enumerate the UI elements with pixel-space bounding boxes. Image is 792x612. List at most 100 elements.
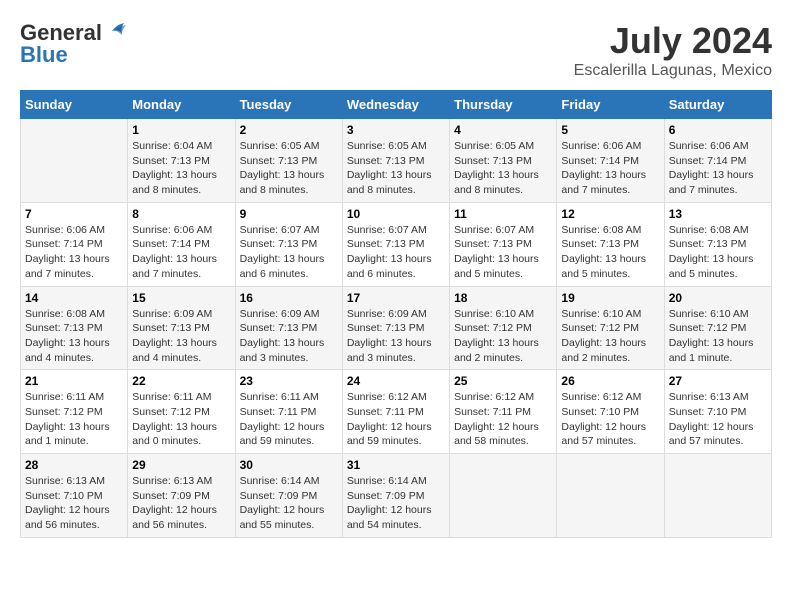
day-number: 10 <box>347 207 445 221</box>
day-number: 27 <box>669 374 767 388</box>
calendar-cell: 7Sunrise: 6:06 AMSunset: 7:14 PMDaylight… <box>21 202 128 286</box>
day-number: 9 <box>240 207 338 221</box>
calendar-cell: 29 Sunrise: 6:13 AMSunset: 7:09 PMDayligh… <box>128 454 235 538</box>
header-day-friday: Friday <box>557 91 664 119</box>
day-number: 28 <box>25 458 123 472</box>
calendar-cell: 26 Sunrise: 6:12 AMSunset: 7:10 PMDayligh… <box>557 370 664 454</box>
subtitle: Escalerilla Lagunas, Mexico <box>574 62 772 80</box>
week-row-3: 14 Sunrise: 6:08 AMSunset: 7:13 PMDayligh… <box>21 286 772 370</box>
day-number: 5 <box>561 123 659 137</box>
day-number: 30 <box>240 458 338 472</box>
day-number: 17 <box>347 291 445 305</box>
day-info: Sunrise: 6:07 AMSunset: 7:13 PMDaylight:… <box>347 223 445 282</box>
day-info: Sunrise: 6:10 AMSunset: 7:12 PMDaylight:… <box>561 307 659 366</box>
calendar-cell: 4Sunrise: 6:05 AMSunset: 7:13 PMDaylight… <box>450 119 557 203</box>
day-number: 23 <box>240 374 338 388</box>
day-info: Sunrise: 6:08 AMSunset: 7:13 PMDaylight:… <box>25 307 123 366</box>
day-number: 25 <box>454 374 552 388</box>
header-day-saturday: Saturday <box>664 91 771 119</box>
day-number: 24 <box>347 374 445 388</box>
day-info: Sunrise: 6:10 AMSunset: 7:12 PMDaylight:… <box>454 307 552 366</box>
header-day-monday: Monday <box>128 91 235 119</box>
day-info: Sunrise: 6:13 AMSunset: 7:10 PMDaylight:… <box>669 390 767 449</box>
week-row-5: 28 Sunrise: 6:13 AMSunset: 7:10 PMDayligh… <box>21 454 772 538</box>
day-info: Sunrise: 6:06 AMSunset: 7:14 PMDaylight:… <box>561 139 659 198</box>
calendar-cell: 1Sunrise: 6:04 AMSunset: 7:13 PMDaylight… <box>128 119 235 203</box>
day-info: Sunrise: 6:13 AMSunset: 7:10 PMDaylight:… <box>25 474 123 533</box>
day-number: 22 <box>132 374 230 388</box>
calendar-cell <box>450 454 557 538</box>
page-header: General Blue July 2024 Escalerilla Lagun… <box>20 20 772 80</box>
calendar-cell: 10 Sunrise: 6:07 AMSunset: 7:13 PMDayligh… <box>342 202 449 286</box>
week-row-1: 1Sunrise: 6:04 AMSunset: 7:13 PMDaylight… <box>21 119 772 203</box>
week-row-2: 7 Sunrise: 6:06 AMSunset: 7:14 PMDaylight… <box>21 202 772 286</box>
day-number: 3 <box>347 123 445 137</box>
day-info: Sunrise: 6:06 AMSunset: 7:14 PMDaylight:… <box>669 139 767 198</box>
calendar-cell: 25 Sunrise: 6:12 AMSunset: 7:11 PMDayligh… <box>450 370 557 454</box>
calendar-cell: 20 Sunrise: 6:10 AMSunset: 7:12 PMDayligh… <box>664 286 771 370</box>
calendar-cell: 5 Sunrise: 6:06 AMSunset: 7:14 PMDaylight… <box>557 119 664 203</box>
day-number: 12 <box>561 207 659 221</box>
day-info: Sunrise: 6:13 AMSunset: 7:09 PMDaylight:… <box>132 474 230 533</box>
calendar-cell: 13Sunrise: 6:08 AMSunset: 7:13 PMDayligh… <box>664 202 771 286</box>
day-info: Sunrise: 6:09 AMSunset: 7:13 PMDaylight:… <box>347 307 445 366</box>
day-info: Sunrise: 6:12 AMSunset: 7:10 PMDaylight:… <box>561 390 659 449</box>
day-info: Sunrise: 6:12 AMSunset: 7:11 PMDaylight:… <box>454 390 552 449</box>
calendar-cell: 12 Sunrise: 6:08 AMSunset: 7:13 PMDayligh… <box>557 202 664 286</box>
header-day-thursday: Thursday <box>450 91 557 119</box>
calendar-cell: 19 Sunrise: 6:10 AMSunset: 7:12 PMDayligh… <box>557 286 664 370</box>
calendar-cell: 18 Sunrise: 6:10 AMSunset: 7:12 PMDayligh… <box>450 286 557 370</box>
calendar-cell: 17 Sunrise: 6:09 AMSunset: 7:13 PMDayligh… <box>342 286 449 370</box>
day-number: 29 <box>132 458 230 472</box>
day-info: Sunrise: 6:08 AMSunset: 7:13 PMDaylight:… <box>669 223 767 282</box>
day-number: 16 <box>240 291 338 305</box>
calendar-cell: 16 Sunrise: 6:09 AMSunset: 7:13 PMDayligh… <box>235 286 342 370</box>
day-number: 6 <box>669 123 767 137</box>
calendar-cell: 21Sunrise: 6:11 AMSunset: 7:12 PMDayligh… <box>21 370 128 454</box>
day-number: 20 <box>669 291 767 305</box>
day-number: 18 <box>454 291 552 305</box>
day-info: Sunrise: 6:07 AMSunset: 7:13 PMDaylight:… <box>240 223 338 282</box>
calendar-cell: 27 Sunrise: 6:13 AMSunset: 7:10 PMDayligh… <box>664 370 771 454</box>
logo-text-blue: Blue <box>20 42 68 68</box>
day-number: 26 <box>561 374 659 388</box>
day-number: 14 <box>25 291 123 305</box>
calendar-cell: 22 Sunrise: 6:11 AMSunset: 7:12 PMDayligh… <box>128 370 235 454</box>
day-number: 7 <box>25 207 123 221</box>
day-info: Sunrise: 6:05 AMSunset: 7:13 PMDaylight:… <box>347 139 445 198</box>
header-day-wednesday: Wednesday <box>342 91 449 119</box>
day-info: Sunrise: 6:06 AMSunset: 7:14 PMDaylight:… <box>132 223 230 282</box>
day-info: Sunrise: 6:09 AMSunset: 7:13 PMDaylight:… <box>240 307 338 366</box>
calendar-cell: 15Sunrise: 6:09 AMSunset: 7:13 PMDayligh… <box>128 286 235 370</box>
day-info: Sunrise: 6:05 AMSunset: 7:13 PMDaylight:… <box>454 139 552 198</box>
day-info: Sunrise: 6:11 AMSunset: 7:11 PMDaylight:… <box>240 390 338 449</box>
header-day-sunday: Sunday <box>21 91 128 119</box>
calendar-cell: 28 Sunrise: 6:13 AMSunset: 7:10 PMDayligh… <box>21 454 128 538</box>
header-day-tuesday: Tuesday <box>235 91 342 119</box>
calendar-cell: 8 Sunrise: 6:06 AMSunset: 7:14 PMDaylight… <box>128 202 235 286</box>
day-number: 19 <box>561 291 659 305</box>
day-info: Sunrise: 6:05 AMSunset: 7:13 PMDaylight:… <box>240 139 338 198</box>
calendar-cell <box>664 454 771 538</box>
logo: General Blue <box>20 20 126 68</box>
header-row: SundayMondayTuesdayWednesdayThursdayFrid… <box>21 91 772 119</box>
day-info: Sunrise: 6:11 AMSunset: 7:12 PMDaylight:… <box>132 390 230 449</box>
logo-bird-icon <box>104 23 126 39</box>
day-info: Sunrise: 6:11 AMSunset: 7:12 PMDaylight:… <box>25 390 123 449</box>
calendar-cell: 30Sunrise: 6:14 AMSunset: 7:09 PMDayligh… <box>235 454 342 538</box>
day-info: Sunrise: 6:14 AMSunset: 7:09 PMDaylight:… <box>347 474 445 533</box>
calendar-cell <box>557 454 664 538</box>
day-number: 8 <box>132 207 230 221</box>
day-info: Sunrise: 6:10 AMSunset: 7:12 PMDaylight:… <box>669 307 767 366</box>
calendar-cell: 2 Sunrise: 6:05 AMSunset: 7:13 PMDaylight… <box>235 119 342 203</box>
day-number: 11 <box>454 207 552 221</box>
day-info: Sunrise: 6:12 AMSunset: 7:11 PMDaylight:… <box>347 390 445 449</box>
day-info: Sunrise: 6:08 AMSunset: 7:13 PMDaylight:… <box>561 223 659 282</box>
title-area: July 2024 Escalerilla Lagunas, Mexico <box>574 20 772 80</box>
calendar-cell: 9 Sunrise: 6:07 AMSunset: 7:13 PMDaylight… <box>235 202 342 286</box>
calendar-cell: 6 Sunrise: 6:06 AMSunset: 7:14 PMDaylight… <box>664 119 771 203</box>
day-number: 2 <box>240 123 338 137</box>
calendar-cell: 31Sunrise: 6:14 AMSunset: 7:09 PMDayligh… <box>342 454 449 538</box>
calendar-cell: 24 Sunrise: 6:12 AMSunset: 7:11 PMDayligh… <box>342 370 449 454</box>
day-number: 1 <box>132 123 230 137</box>
